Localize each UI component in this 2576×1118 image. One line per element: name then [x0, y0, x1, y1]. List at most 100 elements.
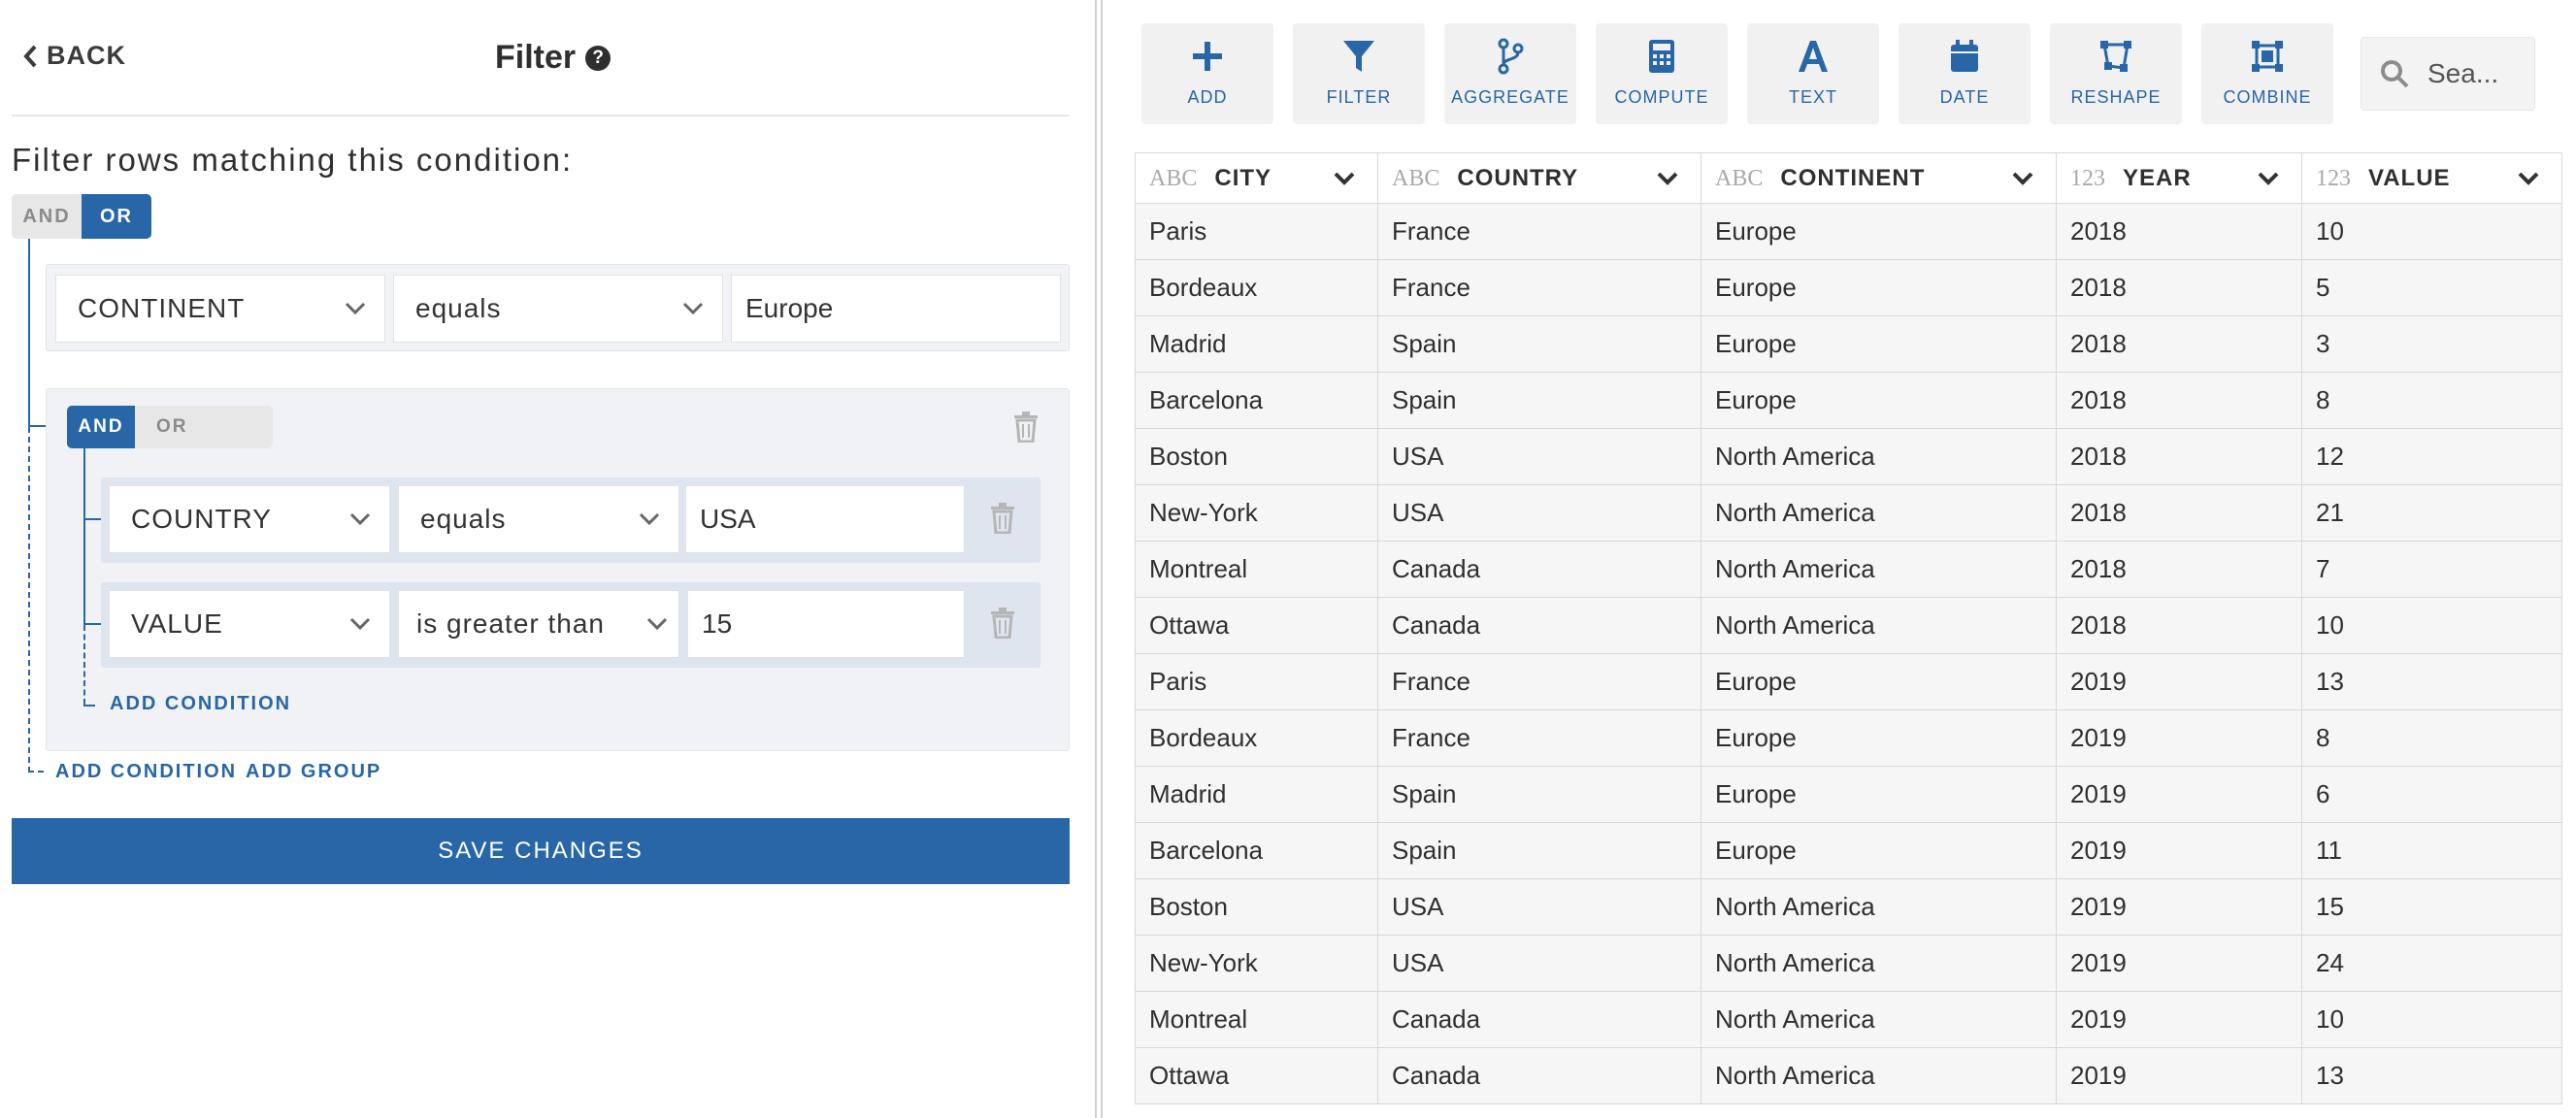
table-row: Ottawa Canada North America 2018 10 [1135, 597, 2562, 654]
column-header-city[interactable]: ABC CITY [1135, 152, 1378, 204]
value-input[interactable]: Europe [731, 275, 1061, 343]
root-and-button[interactable]: AND [12, 194, 82, 239]
table-cell: North America [1701, 484, 2057, 542]
table-cell: USA [1377, 484, 1701, 542]
column-header-value[interactable]: 123 VALUE [2301, 152, 2562, 204]
toolbar-text-button[interactable]: TEXT [1747, 23, 1879, 124]
help-icon[interactable]: ? [585, 45, 611, 71]
table-row: Montreal Canada North America 2019 10 [1135, 991, 2562, 1048]
tree-line [28, 239, 30, 427]
value-input[interactable]: 15 [687, 590, 965, 658]
column-select-value: CONTINENT [78, 293, 246, 323]
table-cell: North America [1701, 991, 2057, 1048]
table-cell: North America [1701, 1047, 2057, 1104]
group-add-condition-link[interactable]: ADD CONDITION [110, 693, 291, 715]
chevron-down-icon[interactable] [2257, 171, 2280, 186]
toolbar-add-button[interactable]: ADD [1141, 23, 1273, 124]
toolbar-label: FILTER [1326, 87, 1392, 107]
table-cell: Montreal [1135, 541, 1378, 598]
page-title-text: Filter [495, 39, 577, 76]
column-select[interactable]: VALUE [109, 590, 390, 658]
column-type: 123 [2316, 165, 2351, 191]
table-cell: 2019 [2056, 653, 2302, 710]
toolbar-label: DATE [1939, 87, 1990, 107]
back-button[interactable]: BACK [21, 41, 126, 71]
tree-branch-dashed [28, 771, 44, 773]
toolbar-combine-button[interactable]: COMBINE [2201, 23, 2333, 124]
table-cell: 13 [2301, 1047, 2562, 1104]
chevron-down-icon [349, 617, 371, 631]
table-cell: 2019 [2056, 991, 2302, 1048]
column-select-value: VALUE [131, 608, 223, 639]
table-cell: France [1377, 653, 1701, 710]
chevron-down-icon [639, 512, 660, 526]
column-select[interactable]: CONTINENT [55, 275, 385, 343]
toolbar-label: TEXT [1788, 87, 1837, 107]
operator-select[interactable]: equals [393, 275, 723, 343]
table-row: Madrid Spain Europe 2019 6 [1135, 766, 2562, 823]
value-input[interactable]: USA [685, 485, 965, 553]
table-cell: 8 [2301, 709, 2562, 767]
delete-condition-trash-icon[interactable] [990, 608, 1015, 639]
table-cell: 2019 [2056, 766, 2302, 823]
toolbar-aggregate-button[interactable]: AGGREGATE [1444, 23, 1576, 124]
save-changes-button[interactable]: SAVE CHANGES [12, 818, 1070, 884]
chevron-down-icon [349, 512, 371, 526]
table-row: Paris France Europe 2019 13 [1135, 653, 2562, 710]
column-select[interactable]: COUNTRY [109, 485, 390, 553]
chevron-down-icon [345, 302, 366, 315]
search-input[interactable]: Sea... [2361, 37, 2535, 111]
back-label: BACK [47, 41, 126, 70]
delete-group-trash-icon[interactable] [1013, 411, 1039, 443]
operator-select[interactable]: equals [398, 485, 679, 553]
column-header-year[interactable]: 123 YEAR [2056, 152, 2302, 204]
group-tree-line-dashed [83, 625, 85, 705]
add-condition-link[interactable]: ADD CONDITION [55, 761, 237, 783]
column-type: ABC [1392, 165, 1440, 191]
table-cell: 6 [2301, 766, 2562, 823]
table-cell: 2019 [2056, 878, 2302, 936]
chevron-down-icon[interactable] [2517, 171, 2540, 186]
filter-icon [1343, 41, 1374, 72]
table-cell: Europe [1701, 709, 2057, 767]
table-cell: 2018 [2056, 203, 2302, 260]
column-select-value: COUNTRY [131, 504, 272, 534]
chevron-down-icon[interactable] [1333, 171, 1356, 186]
table-cell: Europe [1701, 822, 2057, 879]
calculator-icon [1649, 40, 1674, 73]
root-or-button[interactable]: OR [82, 194, 151, 239]
table-cell: Paris [1135, 653, 1378, 710]
chevron-down-icon[interactable] [1656, 171, 1679, 186]
column-header-country[interactable]: ABC COUNTRY [1377, 152, 1701, 204]
table-cell: 8 [2301, 372, 2562, 429]
table-header-row: ABC CITY ABC COUNTRY ABC CONTINENT 123 YEAR … [1135, 152, 2562, 204]
toolbar-compute-button[interactable]: COMPUTE [1596, 23, 1728, 124]
table-cell: France [1377, 203, 1701, 260]
operator-select[interactable]: is greater than [398, 590, 679, 658]
table-cell: Bordeaux [1135, 709, 1378, 767]
aggregate-icon [1498, 38, 1524, 75]
panel-splitter[interactable] [1093, 0, 1105, 1118]
table-cell: 2019 [2056, 1047, 2302, 1104]
table-cell: Bordeaux [1135, 259, 1378, 316]
group-or-button[interactable]: OR [135, 406, 273, 448]
table-cell: 21 [2301, 484, 2562, 542]
toolbar-label: COMPUTE [1614, 87, 1709, 107]
group-and-button[interactable]: AND [67, 406, 135, 448]
table-cell: USA [1377, 935, 1701, 992]
tree-line-dashed [28, 427, 30, 773]
toolbar-date-button[interactable]: DATE [1899, 23, 2031, 124]
toolbar-reshape-button[interactable]: RESHAPE [2050, 23, 2182, 124]
table-cell: Europe [1701, 259, 2057, 316]
toolbar-filter-button[interactable]: FILTER [1293, 23, 1425, 124]
group-tree-branch [83, 623, 103, 625]
column-header-continent[interactable]: ABC CONTINENT [1701, 152, 2057, 204]
table-cell: USA [1377, 428, 1701, 485]
add-group-link[interactable]: ADD GROUP [246, 761, 381, 783]
table-cell: North America [1701, 428, 2057, 485]
table-cell: North America [1701, 597, 2057, 654]
chevron-down-icon[interactable] [2011, 171, 2034, 186]
delete-condition-trash-icon[interactable] [990, 503, 1015, 534]
table-cell: Madrid [1135, 766, 1378, 823]
column-type: ABC [1715, 165, 1764, 191]
